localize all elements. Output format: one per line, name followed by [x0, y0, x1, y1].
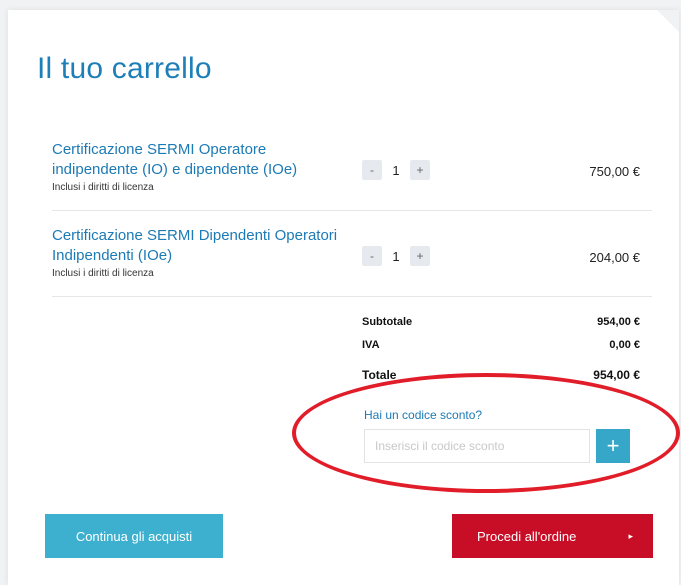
- corner-fold: [657, 10, 679, 32]
- total-value: 954,00 €: [593, 368, 640, 382]
- divider: [52, 296, 652, 297]
- divider: [52, 210, 652, 211]
- continue-shopping-button[interactable]: Continua gli acquisti: [45, 514, 223, 558]
- total-label: Totale: [362, 368, 397, 382]
- subtotal-row: Subtotale 954,00 €: [362, 316, 640, 328]
- increase-quantity-button[interactable]: +: [410, 246, 430, 266]
- continue-shopping-label: Continua gli acquisti: [75, 528, 193, 544]
- cart-item: Certificazione SERMI Dipendenti Operator…: [52, 226, 652, 296]
- decrease-quantity-button[interactable]: -: [362, 246, 382, 266]
- discount-code-input[interactable]: [364, 429, 590, 463]
- cart-card: [8, 10, 679, 585]
- apply-discount-button[interactable]: +: [596, 429, 630, 463]
- cart-item: Certificazione SERMI Operatore indipende…: [52, 140, 652, 210]
- discount-code-link[interactable]: Hai un codice sconto?: [364, 408, 482, 422]
- subtotal-value: 954,00 €: [597, 316, 640, 328]
- subtotal-label: Subtotale: [362, 316, 413, 328]
- vat-row: IVA 0,00 €: [362, 339, 640, 351]
- quantity-value: 1: [392, 248, 400, 264]
- page-title: Il tuo carrello: [37, 52, 212, 85]
- increase-quantity-button[interactable]: +: [410, 160, 430, 180]
- vat-label: IVA: [362, 339, 380, 351]
- item-name-link[interactable]: Certificazione SERMI Dipendenti Operator…: [52, 226, 342, 266]
- quantity-value: 1: [392, 162, 400, 178]
- quantity-stepper: - 1 +: [362, 246, 430, 266]
- item-price: 204,00 €: [589, 250, 640, 265]
- proceed-to-order-button[interactable]: Procedi all'ordine ▸: [452, 514, 653, 558]
- plus-icon: +: [606, 433, 620, 458]
- quantity-stepper: - 1 +: [362, 160, 430, 180]
- item-note: Inclusi i diritti di licenza: [52, 268, 154, 279]
- decrease-quantity-button[interactable]: -: [362, 160, 382, 180]
- total-row: Totale 954,00 €: [362, 368, 640, 382]
- vat-value: 0,00 €: [609, 339, 640, 351]
- proceed-to-order-label: Procedi all'ordine: [477, 528, 577, 544]
- item-note: Inclusi i diritti di licenza: [52, 182, 154, 193]
- item-price: 750,00 €: [589, 164, 640, 179]
- item-name-link[interactable]: Certificazione SERMI Operatore indipende…: [52, 140, 342, 180]
- arrow-right-icon: ▸: [628, 530, 633, 541]
